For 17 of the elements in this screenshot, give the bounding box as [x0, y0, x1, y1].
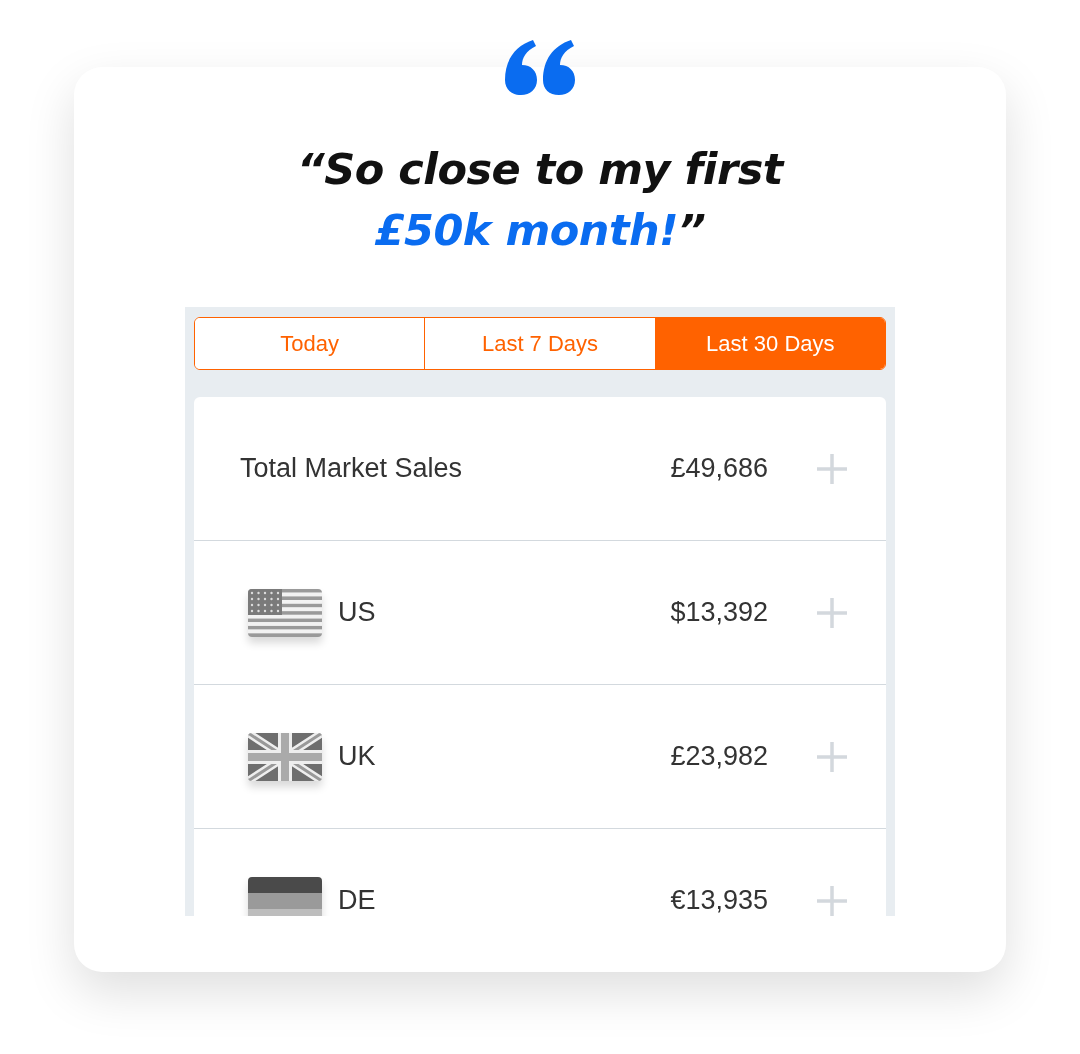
sales-amount: $13,392	[670, 597, 768, 628]
sales-amount: £49,686	[670, 453, 768, 484]
total-label: Total Market Sales	[240, 453, 464, 484]
flag-icon	[248, 732, 322, 781]
date-range-tab[interactable]: Last 30 Days	[654, 318, 885, 369]
flag-icon	[248, 588, 322, 637]
country-label: DE	[338, 885, 377, 916]
sales-amount: €13,935	[670, 885, 768, 916]
testimonial-quote: “So close to my first £50k month!”	[297, 143, 783, 257]
plus-icon[interactable]	[816, 740, 848, 773]
country-label: UK	[338, 741, 377, 772]
country-label: US	[338, 597, 377, 628]
plus-icon[interactable]	[816, 596, 848, 629]
plus-icon[interactable]	[816, 884, 848, 916]
plus-icon[interactable]	[816, 452, 848, 485]
flag-icon	[248, 876, 322, 916]
sales-amount: £23,982	[670, 741, 768, 772]
